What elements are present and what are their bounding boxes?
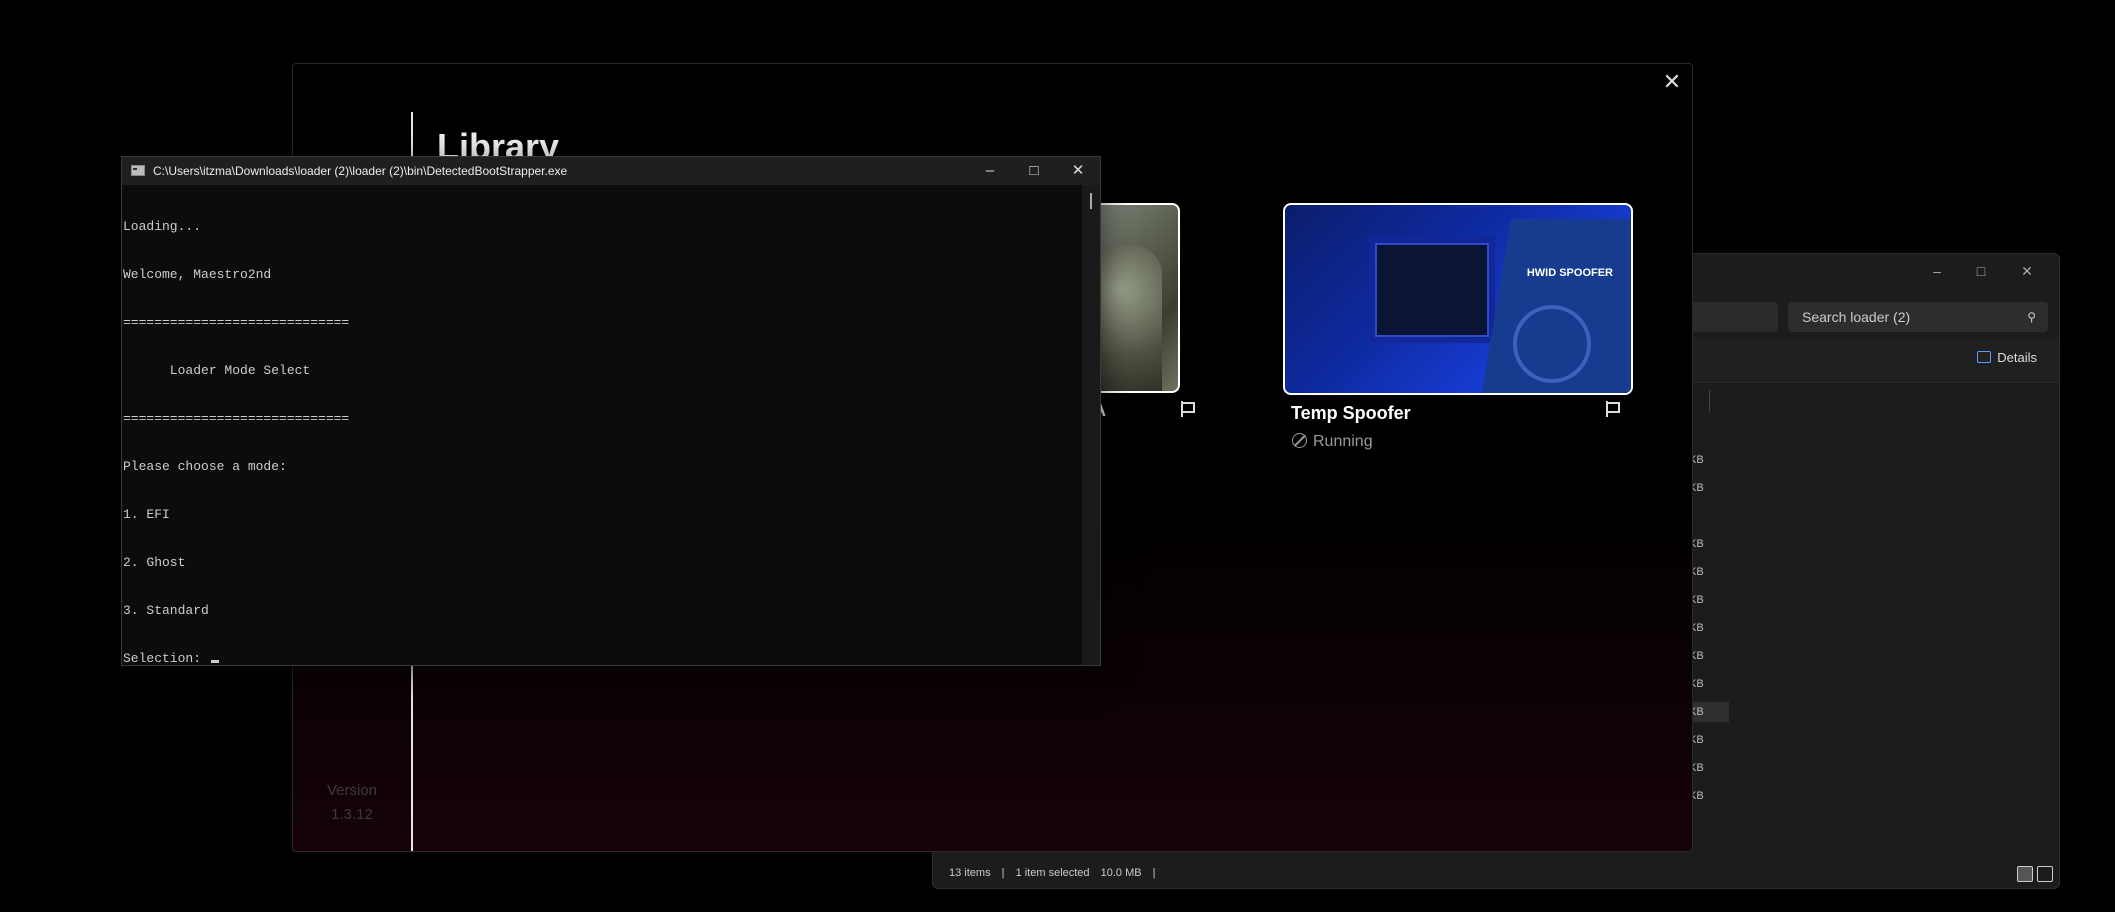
console-line: Loader Mode Select <box>123 363 311 378</box>
ban-icon <box>1292 433 1307 448</box>
version-label: Version <box>326 782 378 799</box>
search-input[interactable]: Search loader (2) ⚲ <box>1788 302 2048 332</box>
details-pane-icon <box>1977 351 1992 363</box>
selection-size: 10.0 MB <box>1100 867 1142 879</box>
file-size-cell[interactable]: KB <box>1689 562 1729 582</box>
column-divider[interactable] <box>1709 390 1710 412</box>
text-cursor <box>210 660 219 663</box>
brand-logo-icon <box>1513 305 1591 383</box>
minimize-icon[interactable]: – <box>1923 260 1951 282</box>
status-bar: 13 items | 1 item selected 10.0 MB | <box>933 858 2059 888</box>
close-icon[interactable]: ✕ <box>1660 70 1684 94</box>
file-size-cell[interactable]: KB <box>1689 786 1729 806</box>
file-size-cell[interactable]: KB <box>1689 674 1729 694</box>
console-line: Please choose a mode: <box>123 459 287 474</box>
console-line: ============================= <box>123 411 350 426</box>
console-app-icon[interactable] <box>131 165 145 176</box>
selection-prompt: Selection: <box>123 651 209 666</box>
file-size-cell[interactable]: KB <box>1689 730 1729 750</box>
file-size-cell[interactable]: KB <box>1689 590 1729 610</box>
file-size-cell[interactable]: KB <box>1689 758 1729 778</box>
item-count: 13 items <box>949 867 991 879</box>
flag-icon[interactable] <box>1181 401 1195 417</box>
console-line: Loading... <box>123 219 202 234</box>
scrollbar-thumb[interactable] <box>1090 193 1092 209</box>
console-line: ============================= <box>123 315 350 330</box>
status-separator: | <box>1001 867 1005 879</box>
console-line: Welcome, Maestro2nd <box>123 267 272 282</box>
scrollbar[interactable] <box>1082 185 1100 665</box>
status-text: Running <box>1313 433 1373 450</box>
version-number: 1.3.12 <box>331 806 373 823</box>
console-line: 2. Ghost <box>123 555 186 570</box>
file-size-cell[interactable]: KB <box>1689 534 1729 554</box>
explorer-titlebar: – □ ✕ <box>1909 254 2059 286</box>
status-badge: Running <box>1292 433 1373 451</box>
file-size-cell[interactable]: KB <box>1689 618 1729 638</box>
window-title: C:\Users\itzma\Downloads\loader (2)\load… <box>153 164 568 178</box>
close-icon[interactable]: ✕ <box>2013 260 2041 282</box>
details-button[interactable]: Details <box>1977 350 2037 365</box>
close-icon[interactable]: ✕ <box>1056 157 1100 185</box>
product-card-name: Temp Spoofer <box>1291 403 1411 423</box>
console-window[interactable]: C:\Users\itzma\Downloads\loader (2)\load… <box>121 156 1101 666</box>
search-placeholder: Search loader (2) <box>1802 309 1911 325</box>
maximize-icon[interactable]: □ <box>1967 260 1995 282</box>
selection-count: 1 item selected <box>1015 867 1090 879</box>
details-label: Details <box>1997 350 2037 365</box>
tiles-view-icon[interactable] <box>2037 866 2053 882</box>
card-image-text: HWID SPOOFER <box>1526 267 1613 279</box>
search-icon[interactable]: ⚲ <box>2027 302 2036 332</box>
console-line: 1. EFI <box>123 507 170 522</box>
file-size-cell[interactable]: KB <box>1689 478 1729 498</box>
maximize-icon[interactable]: □ <box>1012 157 1056 185</box>
details-view-icon[interactable] <box>2017 866 2033 882</box>
flag-icon[interactable] <box>1606 401 1620 417</box>
console-titlebar[interactable]: C:\Users\itzma\Downloads\loader (2)\load… <box>122 157 1100 185</box>
chip-image <box>1375 243 1489 337</box>
console-output[interactable]: Loading... Welcome, Maestro2nd =========… <box>122 185 1082 667</box>
file-size-cell-selected[interactable]: KB <box>1689 702 1729 722</box>
minimize-icon[interactable]: – <box>968 157 1012 185</box>
file-size-cell[interactable]: KB <box>1689 646 1729 666</box>
status-separator: | <box>1152 867 1156 879</box>
file-size-cell[interactable]: KB <box>1689 450 1729 470</box>
console-prompt-line[interactable]: Selection: <box>123 651 1082 667</box>
soldier-figure-image <box>1092 245 1162 391</box>
product-card-image[interactable]: HWID SPOOFER <box>1283 203 1633 395</box>
console-line: 3. Standard <box>123 603 209 618</box>
